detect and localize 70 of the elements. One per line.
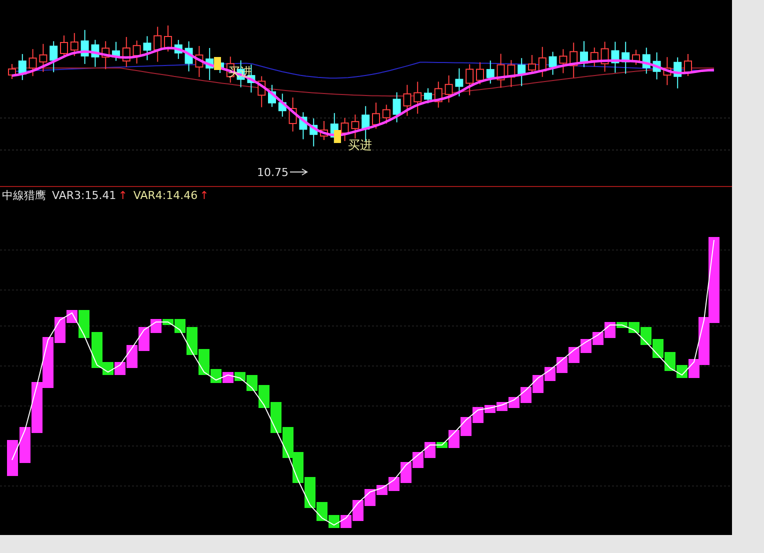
candle: [392, 92, 401, 123]
candle: [590, 47, 598, 68]
candle: [288, 97, 297, 132]
candle: [403, 84, 412, 116]
candle: [132, 40, 141, 64]
candle: [652, 52, 661, 80]
indicator-title: 中線猎鹰: [2, 188, 46, 202]
candle: [102, 40, 110, 70]
candle: [580, 40, 588, 68]
candle: [528, 54, 536, 74]
signal-label: 买进: [228, 65, 252, 79]
candle: [18, 54, 26, 81]
candle: [50, 40, 58, 73]
candle: [414, 81, 422, 114]
candle: [351, 114, 360, 140]
candle: [600, 41, 609, 72]
signal-candle-icon: [214, 57, 221, 70]
indicator-reading: VAR4:14.46: [133, 188, 198, 202]
candle: [642, 47, 650, 74]
candle: [8, 64, 16, 80]
candle: [434, 81, 442, 108]
low-price-label: 10.75: [257, 166, 288, 179]
candle: [195, 46, 204, 78]
candle: [548, 51, 557, 76]
candle: [372, 102, 380, 130]
candle: [382, 104, 390, 124]
candle: [70, 32, 78, 57]
candle: [154, 26, 162, 62]
candle: [91, 39, 100, 68]
candle: [622, 41, 630, 74]
candle: [538, 46, 546, 78]
candle: [39, 43, 48, 72]
candle: [143, 36, 152, 61]
candle: [60, 35, 68, 58]
signal-candle-icon: [334, 130, 341, 143]
arrow-icon: [290, 168, 308, 176]
candle: [663, 56, 672, 86]
candle: [278, 93, 286, 118]
candle: [632, 49, 640, 66]
candle: [611, 41, 620, 74]
candle: [684, 54, 692, 77]
candle: [570, 42, 578, 78]
candle: [496, 53, 505, 88]
candle: [320, 120, 328, 141]
candle: [268, 84, 276, 108]
candle: [507, 60, 516, 88]
indicator-reading: VAR3:15.41: [52, 188, 116, 202]
candle: [476, 62, 484, 85]
up-arrow-icon: ↑: [118, 188, 128, 202]
candle: [299, 112, 308, 140]
candle: [112, 41, 120, 62]
candle: [206, 48, 214, 80]
candle: [80, 29, 89, 64]
up-arrow-icon: ↑: [200, 188, 209, 202]
candle: [174, 39, 182, 60]
candle: [466, 64, 474, 96]
candle: [122, 36, 130, 68]
candle: [310, 118, 318, 147]
candle: [518, 58, 526, 87]
candle: [164, 25, 172, 52]
candle: [28, 48, 37, 77]
candle: [486, 60, 494, 84]
candle: [455, 68, 464, 97]
candle: [444, 74, 453, 103]
candle: [184, 40, 193, 72]
signal-label: 买进: [348, 138, 372, 152]
candle: [258, 76, 266, 108]
candle: [559, 48, 568, 74]
candle: [674, 56, 682, 89]
candle: [340, 118, 349, 142]
